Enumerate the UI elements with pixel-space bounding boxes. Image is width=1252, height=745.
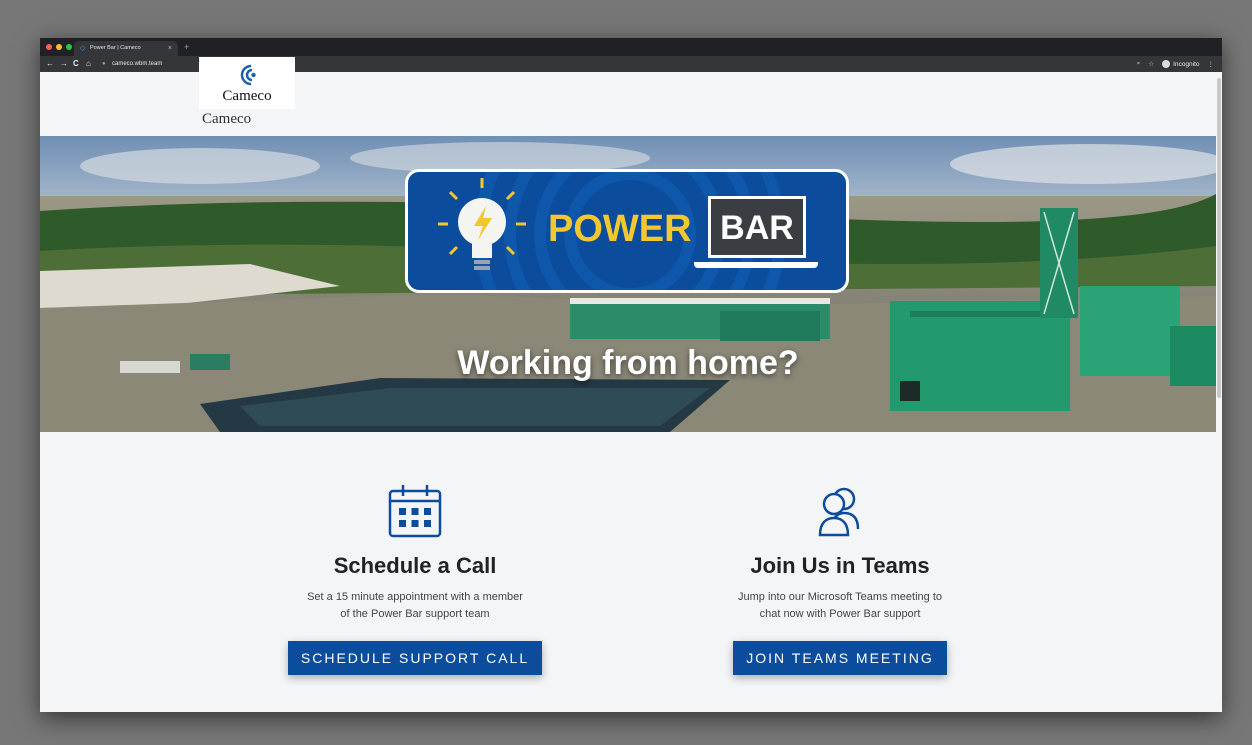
schedule-call-title: Schedule a Call [333,553,497,578]
logo-alt-text: Cameco [202,111,252,127]
favicon-icon: ◇ [80,45,86,52]
cameco-logo[interactable]: Cameco [199,57,295,109]
reload-icon[interactable]: C [73,56,79,72]
bar-word: BAR [720,209,794,247]
url-field[interactable]: cameco.wbm.team [112,56,162,72]
toolbar-right: ⌕ ☆ Incognito ⋮ [1137,56,1214,72]
forward-arrow-icon[interactable]: → [60,56,68,72]
tab-bar: ◇ Power Bar | Cameco × + [40,38,1222,56]
site-header: Cameco Cameco [40,57,1222,136]
laptop-icon: BAR [708,196,806,258]
logo-text: Cameco [222,88,272,104]
zoom-icon[interactable]: ⌕ [1137,60,1141,68]
back-arrow-icon[interactable]: ← [46,56,54,72]
browser-window: ◇ Power Bar | Cameco × + ← → C ⌂ ● camec… [40,38,1222,712]
close-window-button[interactable] [46,44,52,50]
profile-button[interactable]: Incognito [1162,60,1200,68]
description-line: Jump into our Microsoft Teams meeting to [738,591,942,603]
description-line: Set a 15 minute appointment with a membe… [307,591,523,603]
join-teams-meeting-button[interactable]: JOIN TEAMS MEETING [733,641,947,675]
maximize-window-button[interactable] [66,44,72,50]
browser-tab[interactable]: ◇ Power Bar | Cameco × [74,41,178,56]
tab-close-icon[interactable]: × [168,41,172,56]
power-word: POWER [548,208,692,250]
schedule-call-description: Set a 15 minute appointment with a membe… [265,589,565,623]
laptop-base [694,262,818,268]
incognito-icon [1162,60,1171,68]
new-tab-icon[interactable]: + [184,41,189,53]
menu-dots-icon[interactable]: ⋮ [1208,60,1215,68]
users-icon [818,487,860,537]
description-line: of the Power Bar support team [340,608,490,620]
description-line: chat now with Power Bar support [759,608,921,620]
join-teams-card: Join Us in Teams Jump into our Microsoft… [690,483,990,675]
lightbulb-icon [438,178,526,270]
hero-banner: POWER BAR Working from home? [40,136,1216,432]
power-bar-logo: POWER BAR [405,169,849,293]
hero-title: Working from home? [457,344,799,382]
home-icon[interactable]: ⌂ [86,56,91,72]
calendar-icon [388,485,442,538]
page-scrollbar[interactable] [1217,78,1221,398]
lock-icon: ● [102,61,106,67]
schedule-support-call-button[interactable]: SCHEDULE SUPPORT CALL [287,641,543,675]
tab-title: Power Bar | Cameco [90,45,141,51]
minimize-window-button[interactable] [56,44,62,50]
schedule-call-card: Schedule a Call Set a 15 minute appointm… [265,483,565,675]
join-teams-title: Join Us in Teams [750,553,930,578]
cameco-logo-mark-icon [240,64,256,86]
window-controls [46,44,72,50]
join-teams-description: Jump into our Microsoft Teams meeting to… [690,589,990,623]
profile-label: Incognito [1173,60,1200,68]
bookmark-star-icon[interactable]: ☆ [1148,60,1154,68]
